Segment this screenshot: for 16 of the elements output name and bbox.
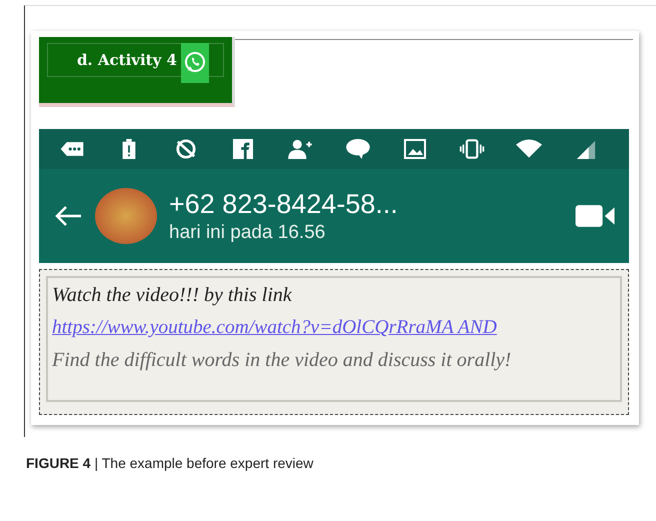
vibrate-icon: [458, 139, 485, 159]
video-link[interactable]: https://www.youtube.com/watch?v=dOlCQrRraMA AND: [52, 317, 616, 339]
chat-bubble-phone-icon: [181, 43, 209, 83]
last-seen-text: hari ini pada 16.56: [169, 222, 326, 244]
wifi-icon: [516, 139, 542, 159]
message-text: Find the difficult words in the video and discuss it orally!: [52, 349, 512, 372]
video-call-icon[interactable]: [575, 203, 615, 229]
banner-title: d. Activity 4: [76, 51, 177, 69]
image-icon: [402, 139, 428, 159]
add-person-icon: [287, 139, 314, 159]
contact-name: +62 823-8424-58...: [169, 188, 399, 220]
back-arrow-icon[interactable]: [53, 204, 83, 228]
figure-caption: FIGURE 4 | The example before expert review: [26, 455, 314, 471]
speech-bubble-icon: [344, 139, 371, 159]
message-text: Watch the video!!! by this link: [52, 284, 293, 307]
message-dots-icon: [59, 139, 85, 159]
